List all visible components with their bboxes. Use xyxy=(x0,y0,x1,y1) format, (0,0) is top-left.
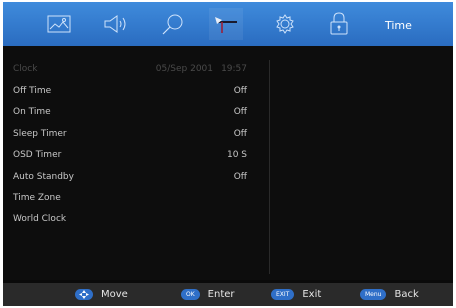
hint-enter: OK Enter xyxy=(181,287,235,302)
menu-tab-bar: Time xyxy=(3,2,453,46)
setting-label: Clock xyxy=(13,64,38,74)
setting-label: On Time xyxy=(13,107,51,117)
clock-time: 19:57 xyxy=(221,64,247,74)
dpad-icon xyxy=(75,289,93,300)
hint-exit-label: Exit xyxy=(302,289,322,300)
hint-move-label: Move xyxy=(101,289,128,300)
setting-label: Sleep Timer xyxy=(13,129,67,139)
setting-off-time[interactable]: Off Time Off xyxy=(13,81,253,101)
setting-label: Auto Standby xyxy=(13,172,74,182)
search-icon[interactable] xyxy=(156,8,190,40)
sound-icon[interactable] xyxy=(100,8,134,40)
time-settings-panel: Clock 05/Sep 2001 19:57 Off Time Off On … xyxy=(3,46,453,280)
setting-value: 10 S xyxy=(226,150,247,160)
setting-label: OSD Timer xyxy=(13,150,62,160)
hint-enter-label: Enter xyxy=(207,289,235,300)
clock-icon[interactable] xyxy=(209,8,243,40)
setting-osd-timer[interactable]: OSD Timer 10 S xyxy=(13,145,253,165)
setting-sleep-timer[interactable]: Sleep Timer Off xyxy=(13,124,253,144)
gear-icon[interactable] xyxy=(268,8,302,40)
footer-hint-bar: Move OK Enter EXIT Exit Menu Back xyxy=(3,283,453,306)
hint-move: Move xyxy=(75,287,128,302)
setting-value: Off xyxy=(233,107,247,117)
setting-on-time[interactable]: On Time Off xyxy=(13,102,253,122)
tv-osd-screen: Time Clock 05/Sep 2001 19:57 Off Time Of… xyxy=(3,2,453,306)
clock-date: 05/Sep 2001 xyxy=(155,64,213,74)
lock-icon[interactable] xyxy=(322,8,356,40)
setting-label: Time Zone xyxy=(13,193,61,203)
setting-auto-standby[interactable]: Auto Standby Off xyxy=(13,167,253,187)
setting-value: Off xyxy=(233,86,247,96)
setting-label: Off Time xyxy=(13,86,52,96)
setting-clock: Clock 05/Sep 2001 19:57 xyxy=(13,59,253,79)
setting-value: Off xyxy=(233,129,247,139)
menu-title: Time xyxy=(385,19,412,32)
setting-label: World Clock xyxy=(13,214,67,224)
picture-icon[interactable] xyxy=(42,8,76,40)
exit-key-badge: EXIT xyxy=(271,289,295,300)
setting-value: Off xyxy=(233,172,247,182)
hint-exit: EXIT Exit xyxy=(271,287,321,302)
hint-back-label: Back xyxy=(394,289,419,300)
setting-world-clock[interactable]: World Clock xyxy=(13,209,253,229)
hint-back: Menu Back xyxy=(360,287,419,302)
panel-divider xyxy=(269,60,270,274)
menu-key-badge: Menu xyxy=(360,289,387,300)
ok-key-badge: OK xyxy=(181,289,200,300)
setting-time-zone[interactable]: Time Zone xyxy=(13,188,253,208)
